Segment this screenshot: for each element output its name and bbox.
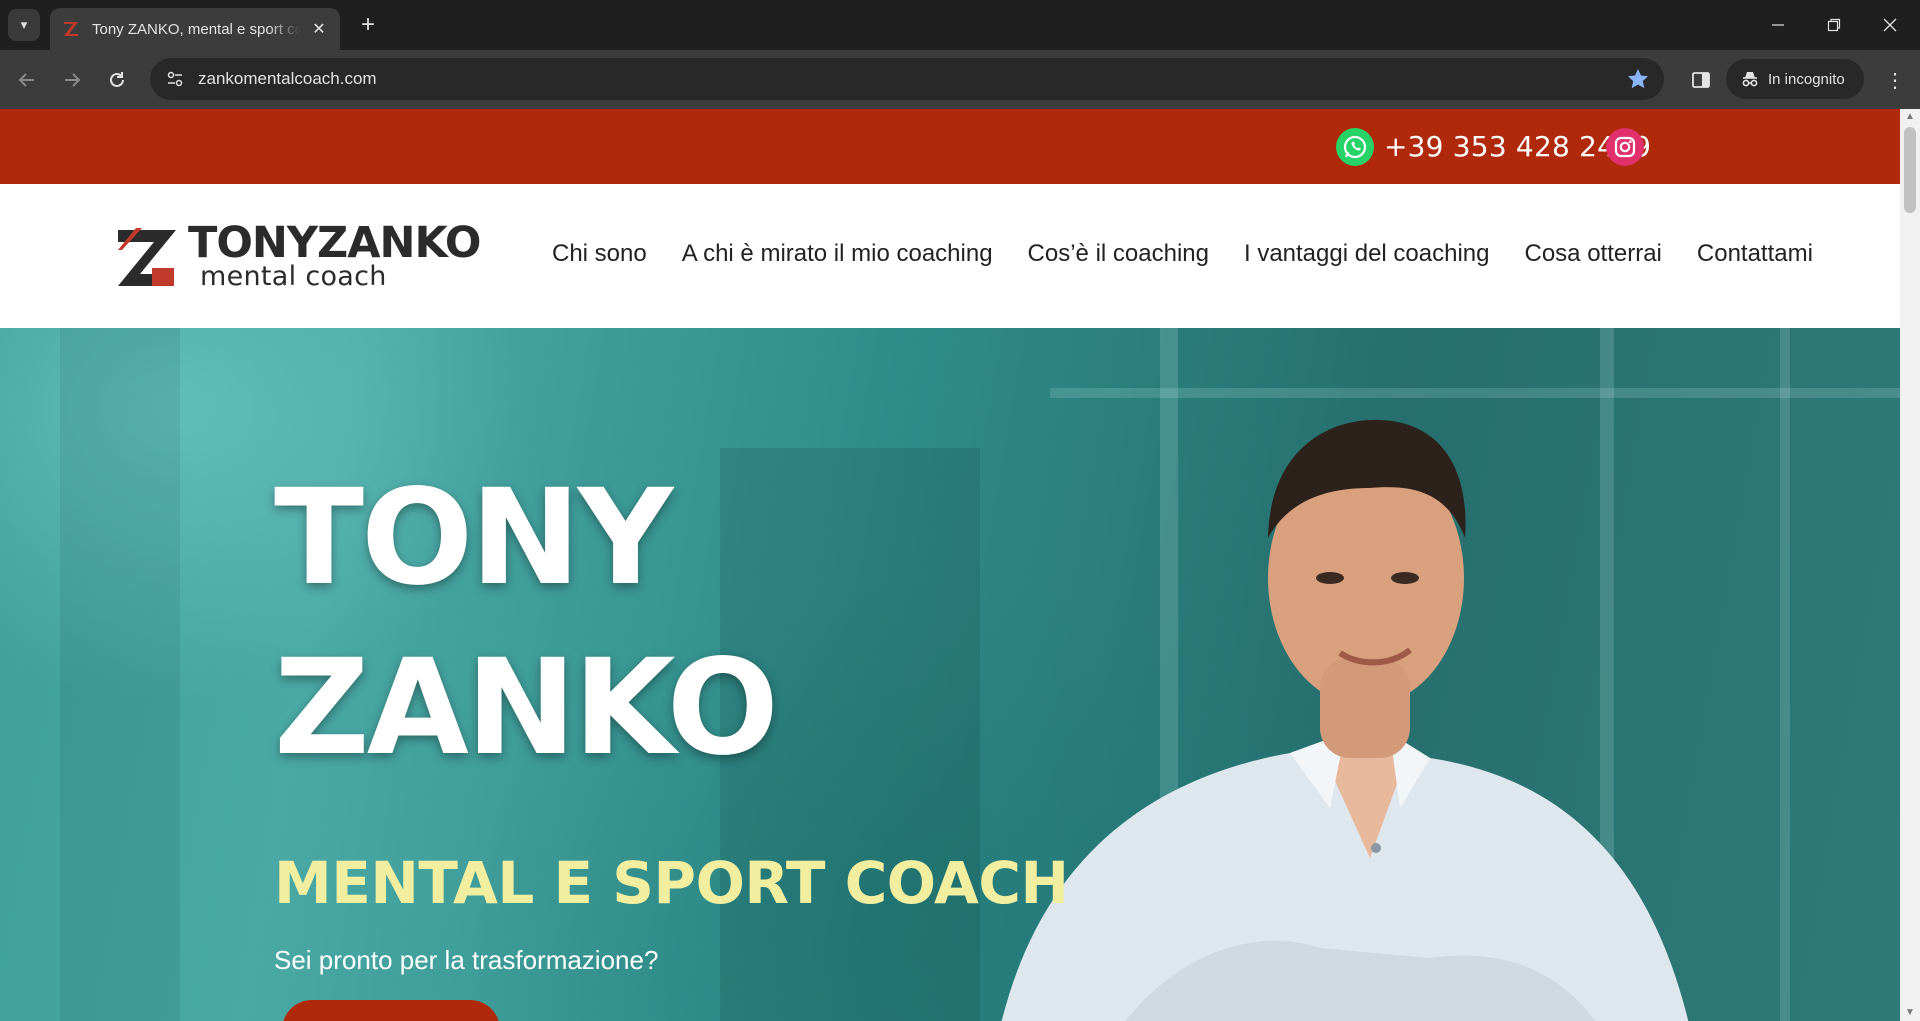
main-navigation: Chi sono A chi è mirato il mio coaching … [552, 234, 1813, 274]
hero-section: TONY ZANKO MENTAL E SPORT COACH Sei pron… [0, 328, 1900, 1021]
coach-portrait-image [1001, 419, 1689, 1021]
site-favicon-icon [62, 20, 80, 38]
close-tab-icon[interactable]: ✕ [308, 19, 330, 39]
site-info-icon[interactable] [162, 66, 188, 92]
scroll-down-arrow-icon[interactable]: ▼ [1905, 1008, 1915, 1018]
nav-item-chi-sono[interactable]: Chi sono [552, 234, 647, 274]
bookmark-star-icon[interactable] [1626, 67, 1650, 91]
logo-tagline: mental coach [200, 261, 387, 292]
hero-title-line-2: ZANKO [274, 631, 779, 785]
minimize-window-button[interactable] [1750, 0, 1806, 50]
arrow-left-icon [18, 73, 34, 87]
incognito-icon [1742, 72, 1758, 87]
reload-icon [110, 72, 124, 87]
arrow-right-icon [65, 73, 81, 87]
back-button[interactable] [10, 63, 44, 97]
site-header: TONYZANKO mental coach Chi sono A chi è … [0, 184, 1900, 328]
site-logo[interactable]: TONYZANKO mental coach [118, 218, 508, 294]
side-panel-button[interactable] [1684, 63, 1718, 97]
url-text: zankomentalcoach.com [198, 69, 377, 88]
page-viewport: +39 353 428 2429 TONYZANKO mental coach … [0, 109, 1900, 1021]
chevron-down-icon: ▾ [20, 17, 28, 32]
nav-item-a-chi-e-mirato[interactable]: A chi è mirato il mio coaching [682, 234, 993, 274]
contact-top-bar: +39 353 428 2429 [0, 109, 1900, 184]
nav-item-cosa-otterrai[interactable]: Cosa otterrai [1525, 234, 1662, 274]
browser-toolbar: zankomentalcoach.com In incognito ⋮ [0, 50, 1920, 109]
nav-item-vantaggi[interactable]: I vantaggi del coaching [1244, 234, 1490, 274]
logo-mark-icon [118, 228, 176, 286]
side-panel-icon [1692, 72, 1710, 88]
nav-item-contattami[interactable]: Contattami [1697, 234, 1813, 274]
incognito-label: In incognito [1768, 70, 1845, 88]
instagram-icon[interactable] [1606, 128, 1644, 166]
hero-title-line-1: TONY [274, 461, 673, 615]
whatsapp-icon[interactable] [1336, 128, 1374, 166]
incognito-indicator[interactable]: In incognito [1726, 59, 1864, 99]
browser-menu-button[interactable]: ⋮ [1880, 63, 1910, 97]
scroll-up-arrow-icon[interactable]: ▲ [1905, 112, 1915, 122]
tab-search-button[interactable]: ▾ [8, 9, 40, 41]
hero-question: Sei pronto per la trasformazione? [274, 945, 659, 975]
page-scrollbar[interactable]: ▲ ▼ [1900, 109, 1920, 1021]
restore-window-button[interactable] [1806, 0, 1862, 50]
scrollbar-thumb[interactable] [1904, 127, 1916, 213]
hero-subtitle: MENTAL E SPORT COACH [274, 849, 1069, 917]
new-tab-button[interactable]: + [352, 9, 384, 41]
more-vertical-icon: ⋮ [1885, 69, 1905, 92]
nav-item-cose-il-coaching[interactable]: Cos’è il coaching [1028, 234, 1209, 274]
address-bar[interactable]: zankomentalcoach.com [150, 58, 1664, 100]
forward-button[interactable] [55, 63, 89, 97]
reload-button[interactable] [100, 63, 134, 97]
tab-title: Tony ZANKO, mental e sport coach [92, 20, 300, 38]
browser-tab-strip: ▾ Tony ZANKO, mental e sport coach ✕ + [0, 0, 1920, 50]
browser-tab-active[interactable]: Tony ZANKO, mental e sport coach ✕ [50, 8, 340, 50]
hero-cta-button[interactable] [282, 1000, 500, 1021]
close-window-button[interactable] [1862, 0, 1918, 50]
